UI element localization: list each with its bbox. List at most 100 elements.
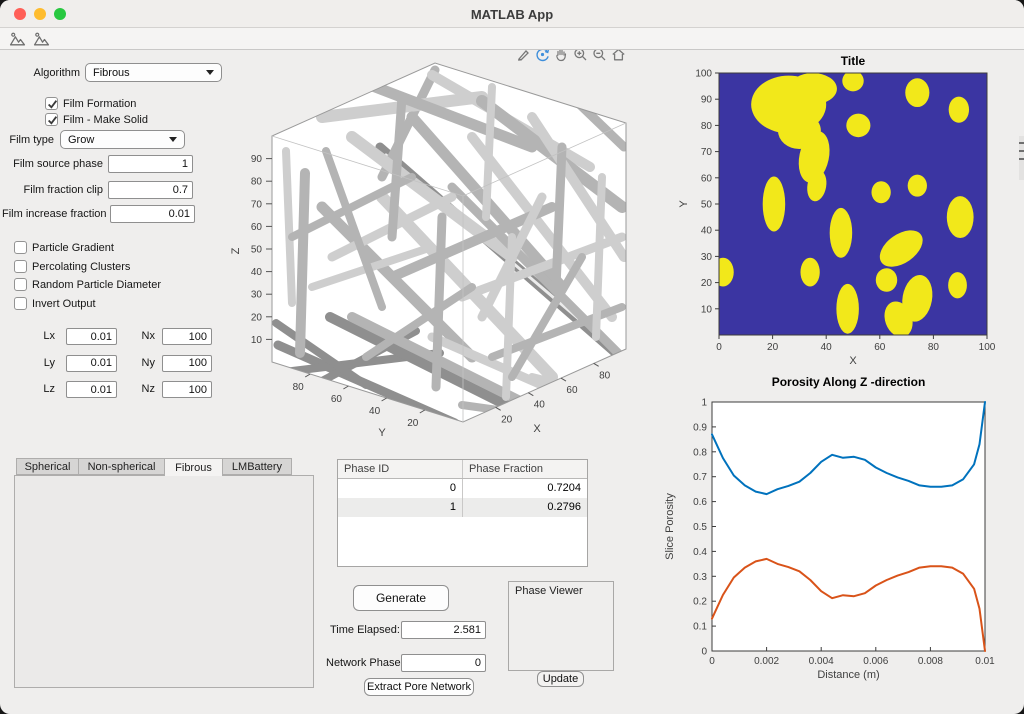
check-icon	[47, 99, 58, 110]
axis3d-xlabel: X	[533, 423, 541, 435]
dim-label-Nz: Nz	[130, 383, 155, 395]
dim-field-Lx[interactable]	[66, 328, 117, 345]
option-checkbox-label: Percolating Clusters	[32, 261, 130, 273]
option-checkbox-label: Invert Output	[32, 298, 96, 310]
porosity-ylabel: Slice Porosity	[664, 493, 676, 560]
svg-text:100: 100	[695, 69, 712, 80]
table-body: 00.720410.2796	[338, 479, 587, 517]
tab-strip: SphericalNon-sphericalFibrousLMBattery	[16, 458, 292, 475]
svg-text:60: 60	[874, 342, 886, 353]
option-checkbox-label: Particle Gradient	[32, 242, 114, 254]
dim-field-Nx[interactable]	[162, 328, 212, 345]
film-formation-label: Film Formation	[63, 98, 136, 110]
film-make-solid-label: Film - Make Solid	[63, 114, 148, 126]
film-source-phase-label: Film source phase	[8, 158, 103, 170]
svg-text:20: 20	[407, 418, 419, 429]
svg-text:50: 50	[251, 245, 263, 256]
svg-text:0.4: 0.4	[693, 547, 707, 558]
svg-text:0.9: 0.9	[693, 422, 707, 433]
svg-text:80: 80	[928, 342, 940, 353]
svg-text:90: 90	[701, 95, 713, 106]
film-make-solid-checkbox[interactable]	[45, 113, 58, 126]
window-title: MATLAB App	[0, 7, 1024, 22]
extract-pore-network-button[interactable]: Extract Pore Network	[364, 678, 474, 696]
svg-text:1: 1	[701, 398, 707, 409]
svg-text:0.3: 0.3	[693, 572, 707, 583]
svg-text:40: 40	[701, 226, 713, 237]
generate-button[interactable]: Generate	[353, 585, 449, 611]
film-increase-fraction-field[interactable]	[110, 205, 195, 223]
svg-text:0: 0	[709, 656, 715, 667]
svg-text:0.2: 0.2	[693, 597, 707, 608]
fibrous-tab-body	[14, 475, 314, 688]
cell-phase-id: 1	[338, 498, 463, 517]
dim-field-Ny[interactable]	[162, 355, 212, 372]
tab-spherical[interactable]: Spherical	[16, 458, 78, 475]
algorithm-label: Algorithm	[28, 67, 80, 79]
dim-label-Nx: Nx	[130, 330, 155, 342]
col-header-phase-id: Phase ID	[338, 460, 463, 478]
svg-text:80: 80	[293, 382, 305, 393]
film-type-value: Grow	[68, 134, 94, 146]
time-elapsed-label: Time Elapsed:	[330, 624, 396, 636]
dim-field-Nz[interactable]	[162, 381, 212, 398]
time-elapsed-field[interactable]	[401, 621, 486, 639]
svg-text:20: 20	[501, 414, 513, 425]
svg-text:0.6: 0.6	[693, 497, 707, 508]
svg-text:30: 30	[251, 290, 263, 301]
svg-text:70: 70	[701, 147, 713, 158]
svg-text:0.004: 0.004	[809, 656, 834, 667]
image-tool-2-icon[interactable]	[33, 31, 50, 48]
svg-text:100: 100	[979, 342, 996, 353]
tab-fibrous[interactable]: Fibrous	[164, 458, 222, 476]
svg-text:10: 10	[701, 304, 713, 315]
option-checkbox-1[interactable]	[14, 260, 27, 273]
tab-non-spherical[interactable]: Non-spherical	[78, 458, 164, 475]
algorithm-value: Fibrous	[93, 67, 130, 79]
svg-text:40: 40	[369, 406, 381, 417]
svg-text:20: 20	[251, 312, 263, 323]
axis3d-zlabel: Z	[230, 247, 242, 254]
table-row[interactable]: 00.7204	[338, 479, 587, 498]
table-row[interactable]: 10.2796	[338, 498, 587, 517]
dim-field-Lz[interactable]	[66, 381, 117, 398]
col-header-phase-fraction: Phase Fraction	[463, 460, 587, 478]
cell-phase-fraction: 0.7204	[463, 479, 587, 498]
app-window: MATLAB App Algorithm Fibrous Film Format…	[0, 0, 1024, 714]
porosity-xlabel: Distance (m)	[817, 669, 879, 681]
update-button[interactable]: Update	[537, 671, 584, 687]
option-checkbox-0[interactable]	[14, 241, 27, 254]
porosity-title: Porosity Along Z -direction	[772, 375, 926, 389]
shape-tab-panel: SphericalNon-sphericalFibrousLMBattery F…	[14, 458, 314, 688]
chevron-down-icon	[206, 70, 214, 75]
svg-text:60: 60	[251, 222, 263, 233]
svg-text:0.7: 0.7	[693, 472, 707, 483]
structure-3d-plot[interactable]: 1020304050607080902040608020406080YXZ	[230, 55, 630, 440]
phase-map-plot[interactable]: Title020406080100102030405060708090100XY	[660, 50, 1024, 372]
heatmap-ylabel: Y	[678, 200, 690, 208]
phase-fraction-table[interactable]: Phase ID Phase Fraction 00.720410.2796	[337, 459, 588, 567]
film-formation-checkbox[interactable]	[45, 97, 58, 110]
dim-field-Ly[interactable]	[66, 355, 117, 372]
option-checkbox-3[interactable]	[14, 297, 27, 310]
tab-lmbattery[interactable]: LMBattery	[222, 458, 292, 475]
svg-text:90: 90	[251, 154, 263, 165]
film-fraction-clip-field[interactable]	[108, 181, 193, 199]
dim-label-Lx: Lx	[30, 330, 55, 342]
network-phase-field[interactable]	[401, 654, 486, 672]
dim-label-Ly: Ly	[30, 357, 55, 369]
film-type-dropdown[interactable]: Grow	[60, 130, 185, 149]
option-checkbox-2[interactable]	[14, 278, 27, 291]
svg-text:30: 30	[701, 252, 713, 263]
svg-text:40: 40	[251, 267, 263, 278]
check-icon	[47, 115, 58, 126]
heatmap-xlabel: X	[849, 355, 857, 367]
algorithm-dropdown[interactable]: Fibrous	[85, 63, 222, 82]
svg-text:0.1: 0.1	[693, 622, 707, 633]
image-tool-icon[interactable]	[9, 31, 26, 48]
extract-label: Extract Pore Network	[367, 681, 471, 693]
option-checkbox-label: Random Particle Diameter	[32, 279, 161, 291]
porosity-plot[interactable]: Porosity Along Z -direction00.0020.0040.…	[660, 374, 1024, 706]
film-source-phase-field[interactable]	[108, 155, 193, 173]
dim-label-Ny: Ny	[130, 357, 155, 369]
